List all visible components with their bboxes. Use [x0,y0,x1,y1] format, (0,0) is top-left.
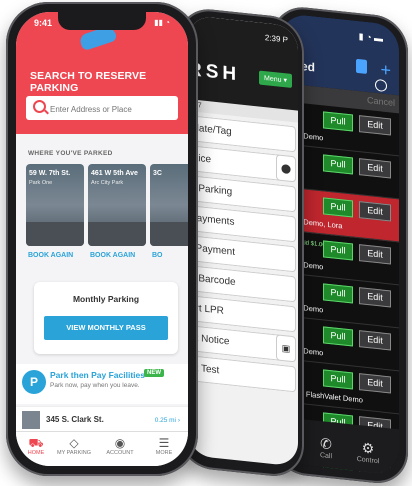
nav-my-parking[interactable]: ◇ MY PARKING [54,436,94,456]
tab-call[interactable]: ✆ Call [309,434,343,462]
signal-wifi-icon: ▮ ◔ ▬ [358,31,383,44]
add-icon[interactable]: + [380,59,391,81]
account-icon: ◉ [114,436,126,450]
facility-thumbnail [22,411,40,429]
attendant-menu-list: Plate/Tag otice ⬤ d Parking Payments t Paymen… [188,115,298,393]
address-search-input[interactable] [48,100,176,118]
pull-button[interactable]: Pull [323,326,353,347]
parked-section-label: WHERE YOU'VE PARKED [28,150,113,157]
search-icon [33,100,46,113]
reserve-hero: 9:41 ▮▮ ◔ SEARCH TO RESERVE PARKING [16,12,188,134]
attendant-header: 2:39 P RSH Menu ▾ [188,15,298,111]
view-monthly-pass-button[interactable]: VIEW MONTHLY PASS [44,316,168,340]
car-icon: ⛟ [28,436,44,450]
nav-home-label: HOME [27,450,45,456]
reserve-title: SEARCH TO RESERVE PARKING [30,70,147,94]
parked-facility: Park One [29,180,53,186]
parking-meter-icon: P [22,370,46,394]
park-pay-title: Park then Pay Facilities [50,370,145,380]
nav-home[interactable]: ⛟ HOME [16,436,56,456]
monthly-title: Monthly Parking [72,294,140,304]
menu-button[interactable]: Menu ▾ [259,70,292,88]
bottom-nav: ⛟ HOME ◇ MY PARKING ◉ ACCOUNT ☰ MORE [16,431,188,466]
status-time: 9:41 [34,18,53,28]
edit-button[interactable]: Edit [359,244,391,265]
book-again-button[interactable]: BOOK AGAIN [28,252,73,259]
menu-button-label: Menu [264,75,282,84]
edit-button[interactable]: Edit [359,330,391,351]
parking-app-screen: 9:41 ▮▮ ◔ SEARCH TO RESERVE PARKING WHER… [16,12,188,466]
book-again-button[interactable]: BOOK AGAIN [90,252,135,259]
tab-control-label: Control [356,455,380,466]
nav-more[interactable]: ☰ MORE [144,436,184,456]
print-icon[interactable]: ▣ [276,334,296,363]
ticket-label: lValet Demo [283,473,323,475]
menu-icon: ☰ [158,436,170,450]
status-time: 2:39 P [264,33,288,45]
parked-card[interactable]: 3C BO [150,164,188,272]
attendant-app-screen: 2:39 P RSH Menu ▾ 007 Plate/Tagotice⬤d P… [188,15,298,467]
ticket-icon: ◇ [69,436,79,450]
nav-account-label: ACCOUNT [106,450,134,456]
nav-my-parking-label: MY PARKING [56,450,92,456]
edit-button[interactable]: Edit [359,158,391,179]
pull-button[interactable]: Pull [323,369,353,390]
edit-button[interactable]: Edit [359,373,391,394]
pull-button[interactable]: Pull [323,197,353,218]
book-again-button[interactable]: BO [152,252,163,259]
address-search[interactable] [26,96,178,120]
phone-icon: ✆ [320,435,332,453]
parked-address: 461 W 5th Ave [91,170,138,177]
pull-button[interactable]: Pull [323,283,353,304]
pull-button[interactable]: Pull [323,111,353,132]
new-badge: NEW [144,369,164,377]
facility-distance: 0.25 mi › [154,417,180,424]
parked-card[interactable]: 59 W. 7th St. Park One BOOK AGAIN [26,164,84,272]
tab-call-label: Call [319,452,333,461]
monthly-parking-card: Monthly Parking VIEW MONTHLY PASS [34,282,178,354]
edit-button[interactable]: Edit [359,287,391,308]
park-then-pay-banner[interactable]: P Park then Pay Facilities NEW Park now,… [16,364,188,404]
pin-icon[interactable]: ⬤ [276,154,296,183]
signal-wifi-icon: ▮▮ ◔ [154,18,170,27]
nav-more-label: MORE [155,450,173,456]
pull-button[interactable]: Pull [323,154,353,175]
document-icon[interactable] [356,58,367,74]
cancel-button[interactable]: Cancel [367,95,395,108]
parked-cards: 59 W. 7th St. Park One BOOK AGAIN 461 W … [26,164,188,272]
park-pay-subtitle: Park now, pay when you leave. [50,382,140,389]
facility-name: 345 S. Clark St. [46,415,104,424]
parked-facility: Arc City Park [91,180,124,186]
pull-button[interactable]: Pull [323,240,353,261]
facility-distance-value: 0.25 mi [154,417,177,424]
parked-address: 59 W. 7th St. [29,170,71,177]
edit-button[interactable]: Edit [359,201,391,222]
phone-notch [58,12,146,30]
parked-card[interactable]: 461 W 5th Ave Arc City Park BOOK AGAIN [88,164,146,272]
nav-account[interactable]: ◉ ACCOUNT [100,436,140,456]
front-phone: 9:41 ▮▮ ◔ SEARCH TO RESERVE PARKING WHER… [6,2,198,476]
tab-control[interactable]: ⚙ Control [351,438,385,466]
edit-button[interactable]: Edit [359,115,391,136]
user-icon[interactable] [375,78,387,93]
parked-address: 3C [153,170,162,177]
facility-row[interactable]: 345 S. Clark St. 0.25 mi › [16,406,188,433]
